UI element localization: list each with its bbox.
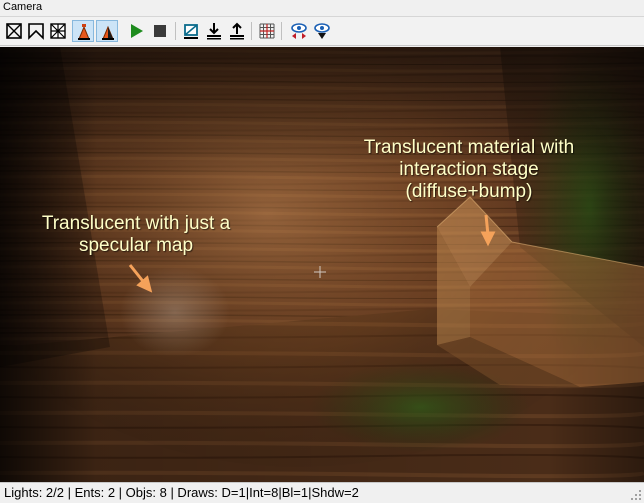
move-up-button[interactable] (226, 20, 248, 42)
grid-toggle-icon (259, 23, 275, 39)
window-title: Camera (3, 1, 43, 13)
eye-down-icon (314, 23, 330, 39)
stop-button[interactable] (149, 20, 171, 42)
eye-split-button[interactable] (288, 20, 310, 42)
annotation-interaction-line3: (diffuse+bump) (405, 181, 533, 202)
window-titlebar: Camera (0, 0, 644, 17)
status-bar: Lights: 2/2 | Ents: 2 | Objs: 8 | Draws:… (0, 482, 644, 503)
wireframe-toggle-button[interactable] (3, 20, 25, 42)
toolbar-separator (175, 22, 176, 40)
annotation-specular-line1: Translucent with just a (41, 213, 231, 234)
flat-shade-toggle-icon (28, 23, 44, 40)
annotation-interaction-line1: Translucent material with (363, 137, 575, 158)
clip-toggle-button[interactable] (180, 20, 202, 42)
lighting-toggle-button[interactable] (72, 20, 94, 42)
annotation-specular-line2: specular map (78, 235, 194, 256)
toolbar-separator (281, 22, 282, 40)
move-down-button[interactable] (203, 20, 225, 42)
stop-icon (154, 25, 166, 37)
move-up-icon (230, 22, 244, 40)
wireframe-toggle-icon (6, 23, 22, 39)
play-icon (131, 24, 143, 38)
annotation-specular: Translucent with just a specular map (36, 213, 236, 257)
play-button[interactable] (125, 20, 147, 42)
resize-grip-icon[interactable] (630, 489, 642, 501)
toolbar-separator (251, 22, 252, 40)
light-mode-toggle-button[interactable] (96, 20, 118, 42)
camera-toolbar (0, 17, 644, 46)
annotation-interaction: Translucent material with interaction st… (350, 137, 588, 203)
camera-viewport[interactable]: Translucent with just a specular map Tra… (0, 47, 644, 482)
flat-shade-toggle-button[interactable] (25, 20, 47, 42)
checker-shade-toggle-icon (50, 23, 66, 39)
scene-render (0, 47, 644, 482)
eye-split-icon (291, 23, 307, 39)
lighting-toggle-icon (78, 24, 90, 40)
render-stats: Lights: 2/2 | Ents: 2 | Objs: 8 | Draws:… (4, 485, 359, 500)
clip-toggle-icon (184, 24, 198, 39)
move-down-icon (207, 23, 221, 40)
annotation-interaction-line2: interaction stage (399, 159, 539, 180)
light-mode-toggle-icon (102, 25, 114, 40)
grid-toggle-button[interactable] (256, 20, 278, 42)
checker-shade-toggle-button[interactable] (47, 20, 69, 42)
eye-down-button[interactable] (311, 20, 333, 42)
